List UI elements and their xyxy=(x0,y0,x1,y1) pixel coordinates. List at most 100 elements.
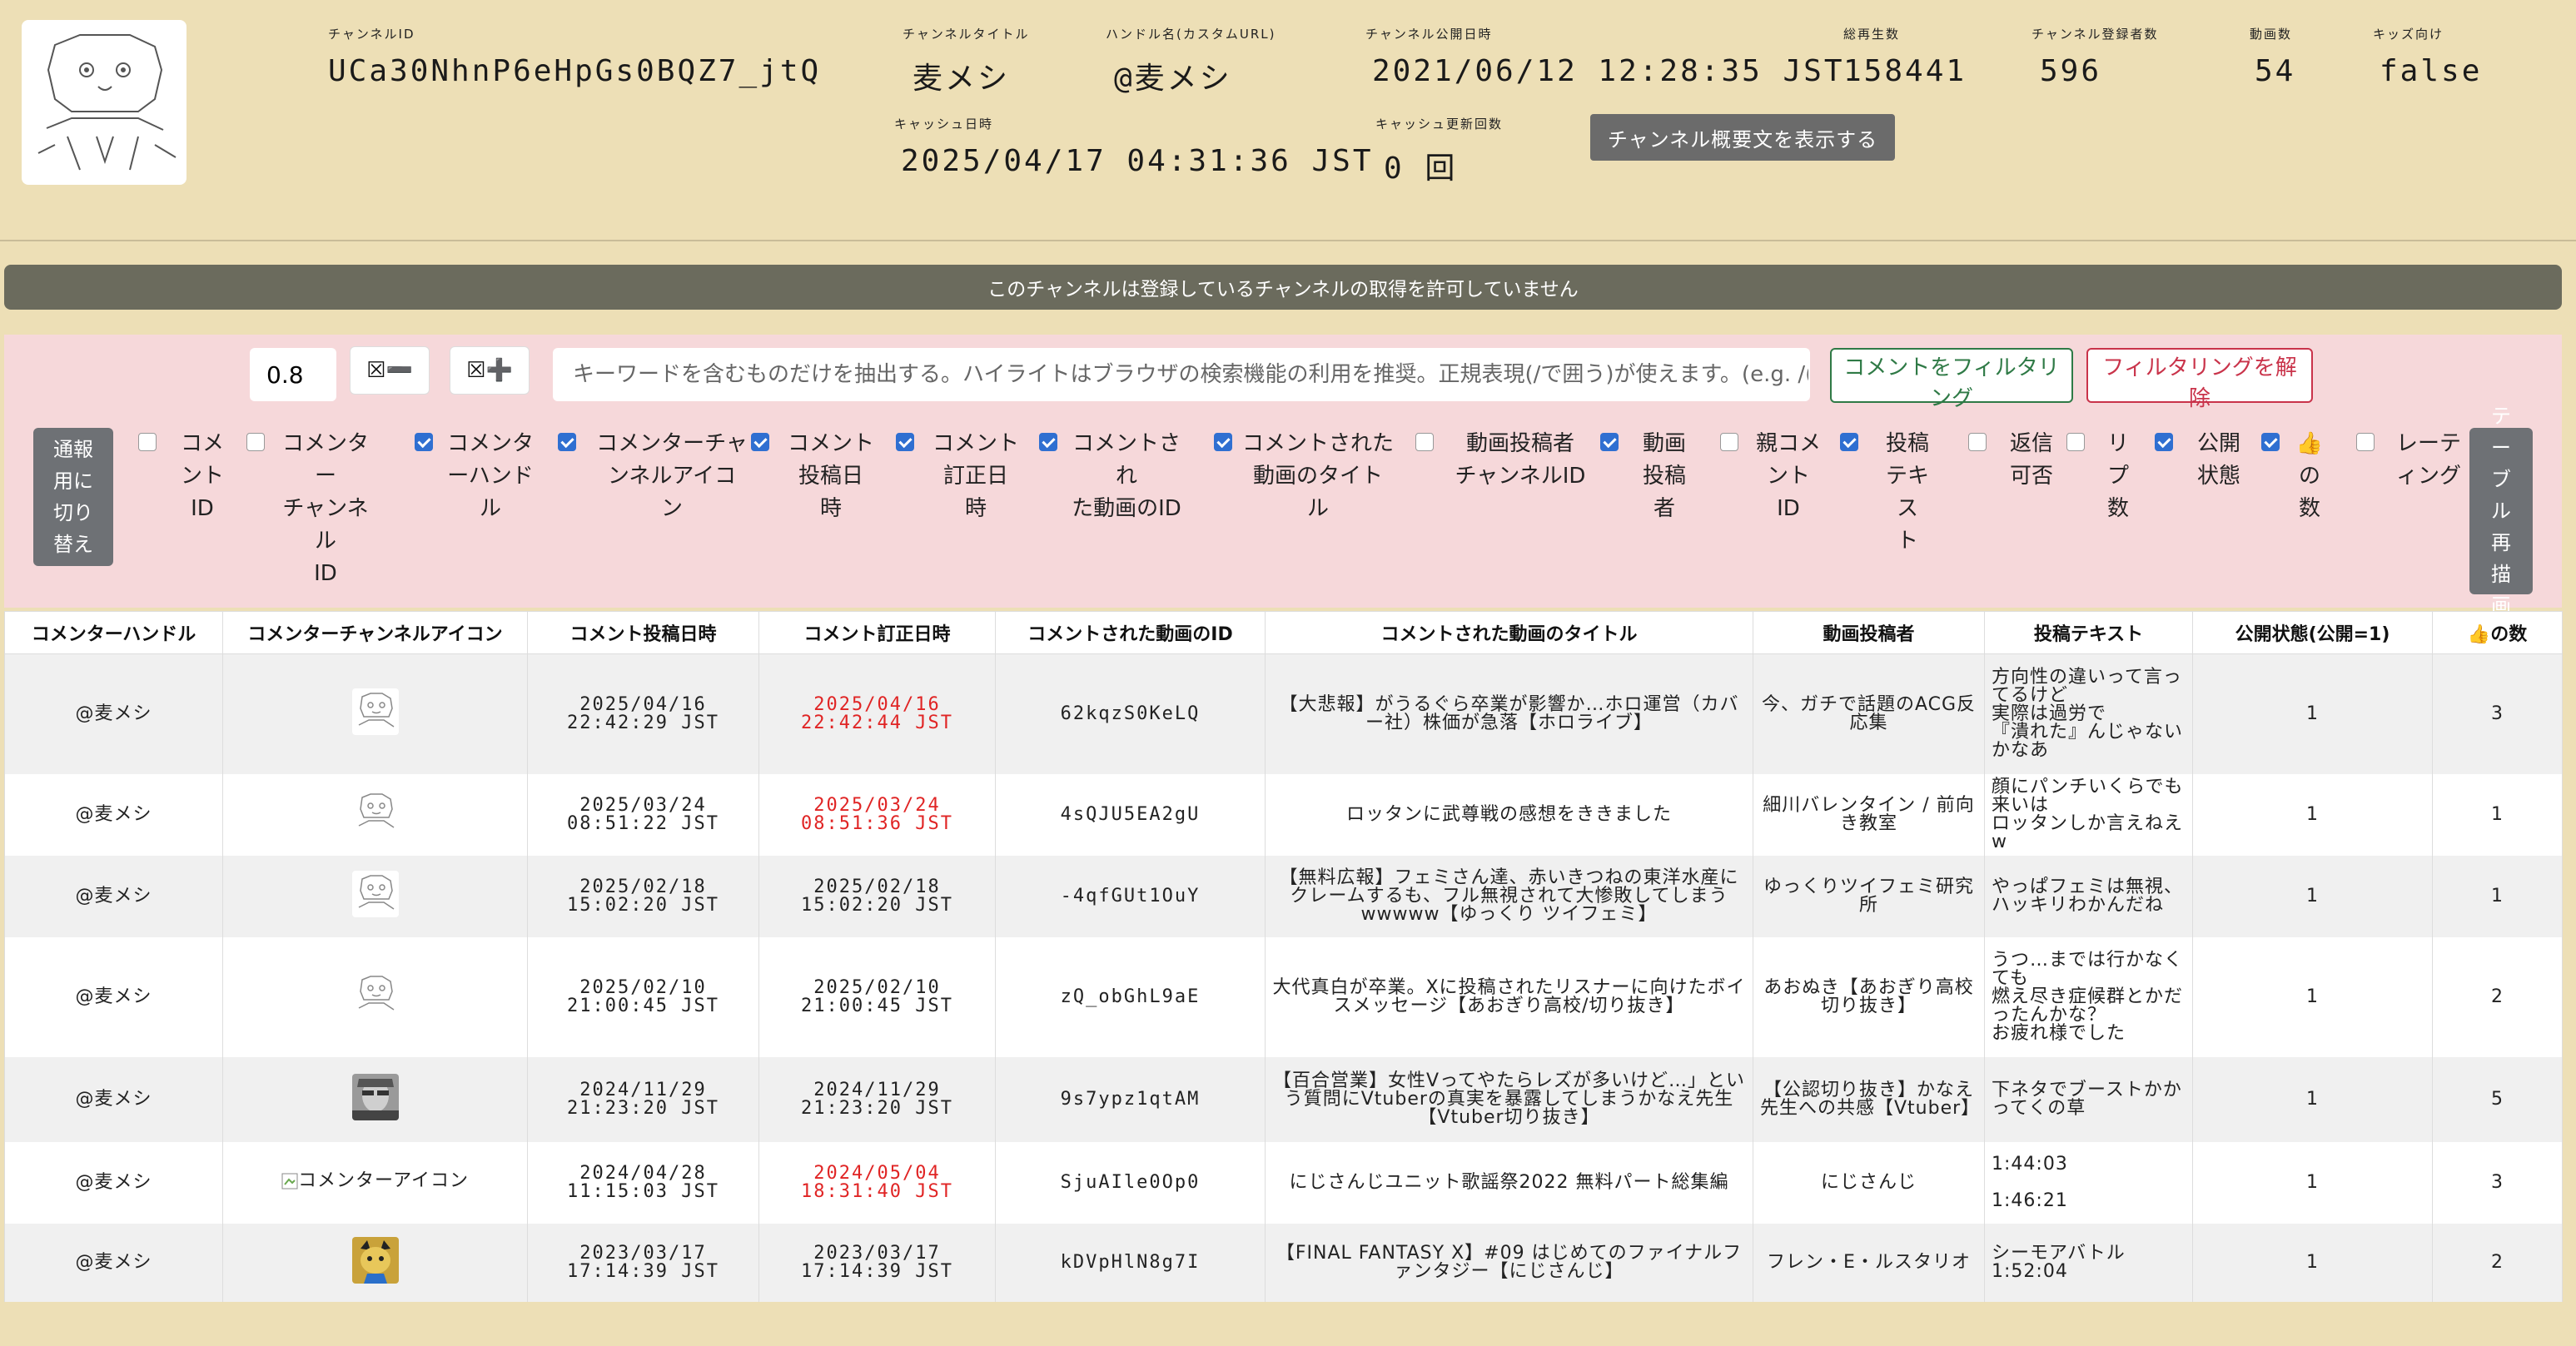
posted-date-cell: 2023/03/17 17:14:39 JST xyxy=(527,1223,759,1302)
video-id-cell: 9s7ypz1qtAM xyxy=(995,1056,1266,1142)
show-description-button[interactable]: チャンネル概要文を表示する xyxy=(1590,114,1895,161)
commenter-handle-cell: @麦メシ xyxy=(4,653,223,774)
column-toggle[interactable]: コメンターチャ ンネルアイコン xyxy=(558,428,759,525)
column-toggle[interactable]: コメント 訂正日時 xyxy=(896,428,1029,525)
commenter-handle-cell: @麦メシ xyxy=(4,936,223,1057)
column-toggle-label: コメントされた 動画のタイトル xyxy=(1241,431,1394,521)
column-checkbox[interactable] xyxy=(2066,433,2085,451)
column-toggle[interactable]: 返信 可否 xyxy=(1968,428,2068,493)
video-title-cell: 【百合営業】女性Vってやたらレズが多いけど…」という質問にVtuberの真実を暴… xyxy=(1265,1056,1753,1142)
column-checkbox[interactable] xyxy=(896,433,914,451)
public-state-cell: 1 xyxy=(2192,1223,2433,1302)
column-header[interactable]: 投稿テキスト xyxy=(1984,611,2193,654)
column-toggle[interactable]: コメントされた 動画のタイトル xyxy=(1214,428,1395,525)
videos-group: 動画数 54 xyxy=(2250,25,2295,88)
posted-date-cell: 2025/02/10 21:00:45 JST xyxy=(527,936,759,1057)
column-header[interactable]: コメンターハンドル xyxy=(4,611,223,654)
table-row: @麦メシ 2025/02/10 21:00:45 JST 2025/02/10 21… xyxy=(4,936,2563,1057)
column-checkbox[interactable] xyxy=(1840,433,1858,451)
column-checkbox[interactable] xyxy=(1415,433,1434,451)
column-toggle-label: コメンターチャ ンネルアイコン xyxy=(596,431,748,521)
column-toggle[interactable]: 投稿 テキスト xyxy=(1840,428,1948,558)
commenter-icon-cell xyxy=(222,653,528,774)
edited-date-cell: 2024/05/04 18:31:40 JST xyxy=(758,1141,996,1224)
filter-comments-button[interactable]: コメントをフィルタリング xyxy=(1830,348,2073,411)
broken-image-alt: コメンターアイコン xyxy=(297,1170,470,1191)
public-state-cell: 1 xyxy=(2192,773,2433,856)
commenter-handle-cell: @麦メシ xyxy=(4,1056,223,1142)
column-checkbox[interactable] xyxy=(2356,433,2375,451)
column-checkbox[interactable] xyxy=(1600,433,1619,451)
column-toggle[interactable]: 動画 投稿者 xyxy=(1600,428,1702,525)
public-state-cell: 1 xyxy=(2192,653,2433,774)
column-toggle-label: 返信 可否 xyxy=(2009,431,2053,489)
edited-date-cell: 2025/03/24 08:51:36 JST xyxy=(758,773,996,856)
videos-value: 54 xyxy=(2255,54,2296,88)
channel-id-label: チャンネルID xyxy=(328,27,415,42)
handle-group: ハンドル名(カスタムURL) @麦メシ xyxy=(1106,25,1276,97)
column-toggle-label: コメント 訂正日時 xyxy=(932,431,1019,521)
column-header[interactable]: コメント訂正日時 xyxy=(758,611,996,654)
column-checkbox[interactable] xyxy=(751,433,769,451)
divider xyxy=(0,240,2576,241)
shrink-button[interactable]: ☒➖ xyxy=(350,346,430,395)
column-toggle[interactable]: コメンタ ーハンドル xyxy=(415,428,540,525)
views-label: 総再生数 xyxy=(1843,27,1901,42)
zoom-factor-input[interactable] xyxy=(250,348,336,401)
column-toggle[interactable]: 親コメ ント ID xyxy=(1720,428,1830,525)
column-header[interactable]: コメントされた動画のタイトル xyxy=(1265,611,1753,654)
commenter-handle-cell: @麦メシ xyxy=(4,1141,223,1224)
column-toggle-label: コメントされ た動画のID xyxy=(1072,431,1181,521)
column-checkbox[interactable] xyxy=(138,433,157,451)
redraw-table-button[interactable]: テーブル再描画 xyxy=(2469,405,2533,618)
clear-filter-button[interactable]: フィルタリングを解除 xyxy=(2086,348,2313,411)
commenter-icon-cell: コメンターアイコン xyxy=(222,1141,528,1224)
likes-cell: 2 xyxy=(2432,936,2563,1057)
column-header[interactable]: コメント投稿日時 xyxy=(527,611,759,654)
column-checkbox[interactable] xyxy=(2261,433,2280,451)
column-checkbox[interactable] xyxy=(415,433,433,451)
column-toggle[interactable]: 公開 状態 xyxy=(2155,428,2256,493)
column-toggle[interactable]: 動画投稿者 チャンネルID xyxy=(1415,428,1599,493)
public-state-cell: 1 xyxy=(2192,1056,2433,1142)
commenter-avatar-icon xyxy=(351,1237,399,1284)
column-checkbox[interactable] xyxy=(246,433,265,451)
uploader-cell: 【公認切り抜き】かなえ先生への共感【Vtuber】 xyxy=(1753,1056,1985,1142)
column-toggle[interactable]: レーテ ィング xyxy=(2356,428,2474,493)
column-toggle[interactable]: コメンター チャンネル ID xyxy=(246,428,378,590)
column-checkbox[interactable] xyxy=(1039,433,1057,451)
column-toggle[interactable]: コメ ント ID xyxy=(138,428,240,525)
column-toggle[interactable]: リプ数 xyxy=(2066,428,2143,525)
column-header[interactable]: 動画投稿者 xyxy=(1753,611,1985,654)
likes-cell: 5 xyxy=(2432,1056,2563,1142)
column-toggle-label: コメント 投稿日時 xyxy=(787,431,874,521)
cache-count-group: キャッシュ更新回数 0 回 xyxy=(1375,115,1503,187)
column-header[interactable]: 👍の数 xyxy=(2432,611,2563,654)
column-toggle-label: レーテ ィング xyxy=(2395,431,2461,489)
views-value: 158441 xyxy=(1843,54,1967,88)
commenter-handle-cell: @麦メシ xyxy=(4,1223,223,1302)
column-toggle-label: 公開 状態 xyxy=(2196,431,2240,489)
column-toggle[interactable]: コメントされ た動画のID xyxy=(1039,428,1187,525)
uploader-cell: 今、ガチで話題のACG反応集 xyxy=(1753,653,1985,774)
thumbs-up-icon: 👍 xyxy=(2467,624,2491,645)
column-checkbox[interactable] xyxy=(1720,433,1738,451)
column-checkbox[interactable] xyxy=(2155,433,2173,451)
kids-value: false xyxy=(2380,54,2483,88)
column-toggle[interactable]: コメント 投稿日時 xyxy=(751,428,884,525)
column-header[interactable]: 公開状態(公開=1) xyxy=(2192,611,2433,654)
comment-text-cell: 方向性の違いって言ってるけど 実際は過労で 『潰れた』んじゃないかなあ xyxy=(1984,653,2193,774)
keyword-filter-input[interactable] xyxy=(553,348,1810,401)
report-mode-button[interactable]: 通報用に切り替え xyxy=(33,428,113,566)
column-toggle[interactable]: 👍 の数 xyxy=(2261,428,2331,525)
column-checkbox[interactable] xyxy=(1968,433,1987,451)
cache-count-value: 0 回 xyxy=(1384,151,1458,186)
handle-label: ハンドル名(カスタムURL) xyxy=(1106,27,1276,42)
uploader-cell: あおぬき【あおぎり高校切り抜き】 xyxy=(1753,936,1985,1057)
uploader-cell: にじさんじ xyxy=(1753,1141,1985,1224)
column-checkbox[interactable] xyxy=(558,433,576,451)
column-header[interactable]: コメンターチャンネルアイコン xyxy=(222,611,528,654)
expand-button[interactable]: ☒➕ xyxy=(450,346,530,395)
column-checkbox[interactable] xyxy=(1214,433,1232,451)
column-header[interactable]: コメントされた動画のID xyxy=(995,611,1266,654)
